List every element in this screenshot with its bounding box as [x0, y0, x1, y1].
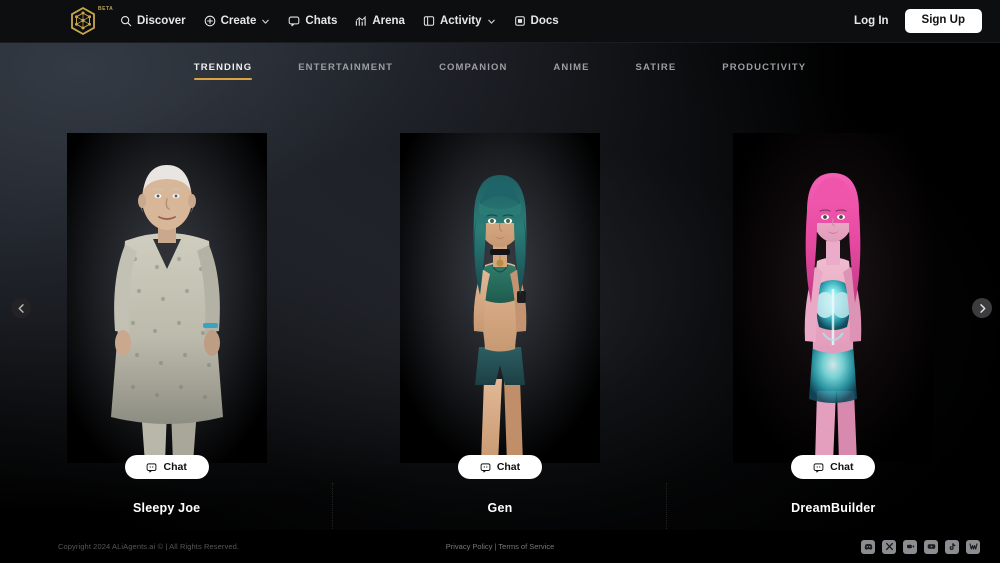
- tab-companion[interactable]: COMPANION: [439, 62, 507, 80]
- tiktok-link[interactable]: [945, 539, 959, 554]
- terms-of-service-link[interactable]: Terms of Service: [498, 542, 554, 551]
- carousel-prev-button[interactable]: [11, 298, 31, 318]
- header-actions: Log In Sign Up: [854, 9, 982, 33]
- chat-button-label: Chat: [496, 461, 521, 473]
- tab-anime[interactable]: ANIME: [553, 62, 589, 80]
- nav-label-docs: Docs: [530, 15, 559, 27]
- tab-productivity[interactable]: PRODUCTIVITY: [722, 62, 806, 80]
- category-tabs: TRENDING ENTERTAINMENT COMPANION ANIME S…: [0, 43, 1000, 83]
- tiktok-icon: [949, 543, 955, 550]
- tab-satire[interactable]: SATIRE: [636, 62, 677, 80]
- nav-item-docs[interactable]: Docs: [514, 15, 559, 27]
- x-twitter-link[interactable]: [882, 539, 896, 554]
- social-links: [861, 539, 980, 554]
- chat-button[interactable]: Chat: [791, 455, 876, 479]
- carousel-next-button[interactable]: [972, 298, 992, 318]
- top-navbar: BETA Discover Create Chats Arena Activit…: [0, 0, 1000, 43]
- document-icon: [514, 16, 525, 26]
- youtube-link[interactable]: [924, 539, 938, 554]
- legal-separator: |: [494, 542, 497, 551]
- footer-legal-links: Privacy Policy | Terms of Service: [446, 542, 555, 551]
- discord-icon: [864, 544, 872, 550]
- chevron-down-icon: [262, 19, 270, 24]
- video-camera-icon: [906, 544, 914, 549]
- nav-label-arena: Arena: [372, 15, 405, 27]
- plus-circle-icon: [204, 15, 215, 27]
- nav-item-activity[interactable]: Activity: [423, 15, 496, 27]
- chat-button-label: Chat: [163, 461, 187, 473]
- nav-item-chats[interactable]: Chats: [288, 15, 337, 27]
- youtube-icon: [927, 544, 935, 549]
- chat-button[interactable]: Chat: [124, 455, 209, 479]
- agent-portrait-gen: [399, 133, 600, 463]
- chevron-right-icon: [979, 303, 985, 313]
- nav-item-create[interactable]: Create: [204, 15, 271, 27]
- nav-label-create: Create: [220, 15, 257, 27]
- aliagents-hex-logo-icon: [71, 6, 95, 36]
- x-twitter-icon: [885, 542, 893, 551]
- chevron-left-icon: [18, 303, 24, 313]
- agent-card[interactable]: Chat Gen: [333, 83, 667, 541]
- logo[interactable]: BETA: [68, 5, 113, 37]
- app-root: BETA Discover Create Chats Arena Activit…: [0, 0, 1000, 563]
- chat-bubble-icon: [480, 462, 491, 473]
- agent-portrait-dreambuilder: [733, 133, 934, 463]
- beta-badge: BETA: [98, 6, 114, 12]
- nav-label-discover: Discover: [137, 15, 186, 27]
- warpcast-icon: [968, 543, 978, 550]
- nav-item-arena[interactable]: Arena: [355, 15, 405, 27]
- nav-item-discover[interactable]: Discover: [120, 15, 186, 27]
- main-nav: Discover Create Chats Arena Activity Doc…: [120, 15, 559, 27]
- footer: Copyright 2024 ALiAgents.ai © | All Righ…: [0, 530, 1000, 563]
- tab-trending[interactable]: TRENDING: [193, 62, 253, 80]
- search-icon: [120, 15, 132, 27]
- agent-carousel: Chat Sleepy Joe Chat Gen Chat DreamBuild…: [0, 83, 1000, 541]
- discord-link[interactable]: [861, 539, 875, 554]
- agent-card[interactable]: Chat DreamBuilder: [667, 83, 1000, 533]
- chart-up-icon: [356, 16, 367, 26]
- chat-bubble-icon: [289, 16, 300, 27]
- chat-bubble-icon: [147, 462, 157, 473]
- agent-card[interactable]: Chat Sleepy Joe: [0, 83, 334, 541]
- chat-button-label: Chat: [830, 461, 854, 473]
- copyright-text: Copyright 2024 ALiAgents.ai © | All Righ…: [58, 542, 240, 551]
- agent-name: Gen: [487, 501, 513, 515]
- signup-button[interactable]: Sign Up: [904, 9, 982, 33]
- agent-portrait-sleepy-joe: [66, 133, 267, 463]
- nav-label-chats: Chats: [305, 15, 338, 27]
- video-link[interactable]: [903, 539, 917, 554]
- tab-entertainment[interactable]: ENTERTAINMENT: [298, 62, 393, 80]
- agent-name: DreamBuilder: [791, 501, 876, 515]
- agent-name: Sleepy Joe: [133, 501, 201, 515]
- login-button[interactable]: Log In: [854, 15, 889, 27]
- chat-button[interactable]: Chat: [457, 455, 542, 479]
- nav-label-activity: Activity: [439, 15, 482, 27]
- chat-bubble-icon: [813, 462, 824, 473]
- chevron-down-icon: [487, 19, 495, 24]
- privacy-policy-link[interactable]: Privacy Policy: [446, 542, 493, 551]
- panel-icon: [423, 16, 435, 26]
- warpcast-link[interactable]: [966, 539, 980, 554]
